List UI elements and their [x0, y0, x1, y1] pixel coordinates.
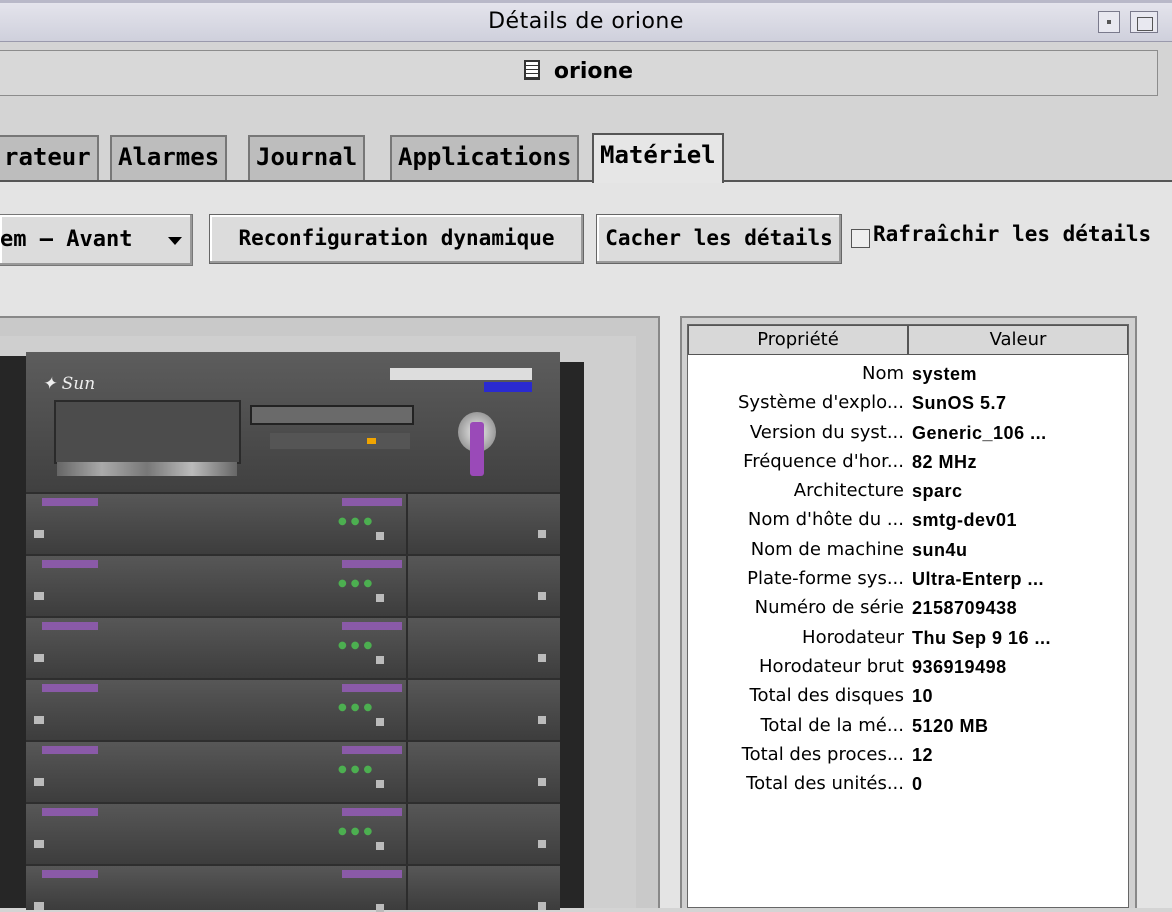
property-name: Version du syst... [749, 421, 904, 443]
board-slot[interactable]: ●●● [26, 554, 560, 618]
board-slot[interactable]: ●●● [26, 678, 560, 742]
board-slot[interactable]: ●●● [26, 616, 560, 680]
host-header: orione [0, 50, 1158, 96]
property-name: Nom [861, 363, 904, 384]
property-value: 936919498 [912, 656, 1007, 677]
cd-drive[interactable] [250, 405, 414, 425]
property-name: Numéro de série [754, 597, 904, 619]
property-value: 0 [912, 774, 923, 795]
model-badge [390, 368, 532, 380]
dynamic-reconfiguration-button[interactable]: Reconfiguration dynamique [209, 214, 584, 264]
host-icon [523, 60, 540, 80]
table-row[interactable]: Nom de machine sun4u [688, 535, 1128, 564]
tab-applications[interactable]: Applications [390, 135, 580, 181]
tab-navigateur[interactable]: rateur [0, 135, 99, 181]
property-name: Horodateur brut [759, 655, 904, 677]
refresh-details-label[interactable]: Rafraîchir les détails [873, 222, 1151, 246]
table-row[interactable]: Total des disques 10 [688, 681, 1128, 710]
property-name: Fréquence d'hor... [743, 450, 904, 472]
refresh-details-checkbox[interactable] [851, 229, 870, 248]
table-row[interactable]: Horodateur brut 936919498 [688, 652, 1128, 681]
property-value: 2158709438 [912, 598, 1018, 619]
property-name: Horodateur [802, 626, 904, 648]
view-select-label: em – Avant [0, 227, 133, 252]
empty-bay [54, 400, 241, 464]
property-name: Nom d'hôte du ... [747, 509, 904, 531]
property-value: Ultra-Enterp ... [912, 569, 1045, 590]
rack-rail-right [560, 362, 584, 908]
table-row[interactable]: Architecture sparc [688, 476, 1128, 505]
properties-table: Propriété Valeur Nom system Système d'exp… [687, 324, 1129, 908]
table-row[interactable]: Plate-forme sys... Ultra-Enterp ... [688, 564, 1128, 593]
table-row[interactable]: Horodateur Thu Sep 9 16 ... [688, 623, 1128, 652]
property-value: sparc [912, 481, 963, 502]
property-name: Total de la mé... [760, 714, 904, 736]
table-row[interactable]: Total de la mé... 5120 MB [688, 711, 1128, 740]
table-row[interactable]: Système d'explo... SunOS 5.7 [688, 388, 1128, 417]
property-name: Plate-forme sys... [747, 568, 904, 590]
property-name: Architecture [793, 480, 904, 502]
property-value: sun4u [912, 539, 968, 560]
host-name: orione [553, 59, 634, 84]
chevron-down-icon [168, 237, 182, 245]
property-value: 82 MHz [912, 451, 978, 472]
table-row[interactable]: Total des unités... 0 [688, 769, 1128, 798]
property-name: Total des proces... [741, 743, 904, 765]
board-slot[interactable]: ●●● [26, 492, 560, 556]
property-value: system [912, 364, 978, 384]
property-name: Système d'explo... [738, 392, 904, 414]
property-value: 10 [912, 686, 934, 707]
board-slot[interactable]: ●●● [26, 802, 560, 866]
hide-details-button[interactable]: Cacher les détails [596, 214, 842, 264]
maximize-button[interactable] [1130, 11, 1158, 33]
table-row[interactable]: Version du syst... Generic_106 ... [688, 418, 1128, 447]
property-value: SunOS 5.7 [912, 393, 1007, 414]
property-value: 5120 MB [912, 715, 989, 736]
minimize-button[interactable] [1098, 11, 1120, 33]
tape-drive[interactable] [270, 433, 410, 449]
board-slot[interactable] [26, 864, 560, 912]
property-value: 12 [912, 744, 934, 765]
property-name: Nom de machine [750, 538, 904, 560]
property-value: smtg-dev01 [912, 510, 1018, 531]
column-header-property[interactable]: Propriété [688, 325, 908, 355]
table-row[interactable]: Fréquence d'hor... 82 MHz [688, 447, 1128, 476]
title-bar: Détails de orione [0, 0, 1172, 42]
tab-materiel[interactable]: Matériel [592, 133, 724, 183]
table-row[interactable]: Total des proces... 12 [688, 740, 1128, 769]
property-value: Generic_106 ... [912, 422, 1047, 443]
table-row[interactable]: Numéro de série 2158709438 [688, 593, 1128, 622]
tab-journal[interactable]: Journal [248, 135, 366, 181]
property-name: Total des disques [749, 685, 904, 707]
property-value: Thu Sep 9 16 ... [912, 627, 1052, 648]
rack-rail-left [0, 356, 26, 908]
tab-alarmes[interactable]: Alarmes [110, 135, 228, 181]
view-select[interactable]: em – Avant [0, 214, 193, 266]
column-header-value[interactable]: Valeur [908, 325, 1128, 355]
table-row[interactable]: Nom d'hôte du ... smtg-dev01 [688, 505, 1128, 534]
board-slot[interactable]: ●●● [26, 740, 560, 804]
sun-logo: ✦ Sun [42, 374, 96, 394]
window-title: Détails de orione [488, 9, 684, 34]
model-number-badge [484, 382, 532, 392]
drive-led [367, 438, 376, 444]
table-row[interactable]: Nom system [688, 359, 1128, 388]
vent-stripe [57, 462, 237, 476]
property-name: Total des unités... [746, 773, 904, 795]
key-icon [470, 422, 484, 476]
